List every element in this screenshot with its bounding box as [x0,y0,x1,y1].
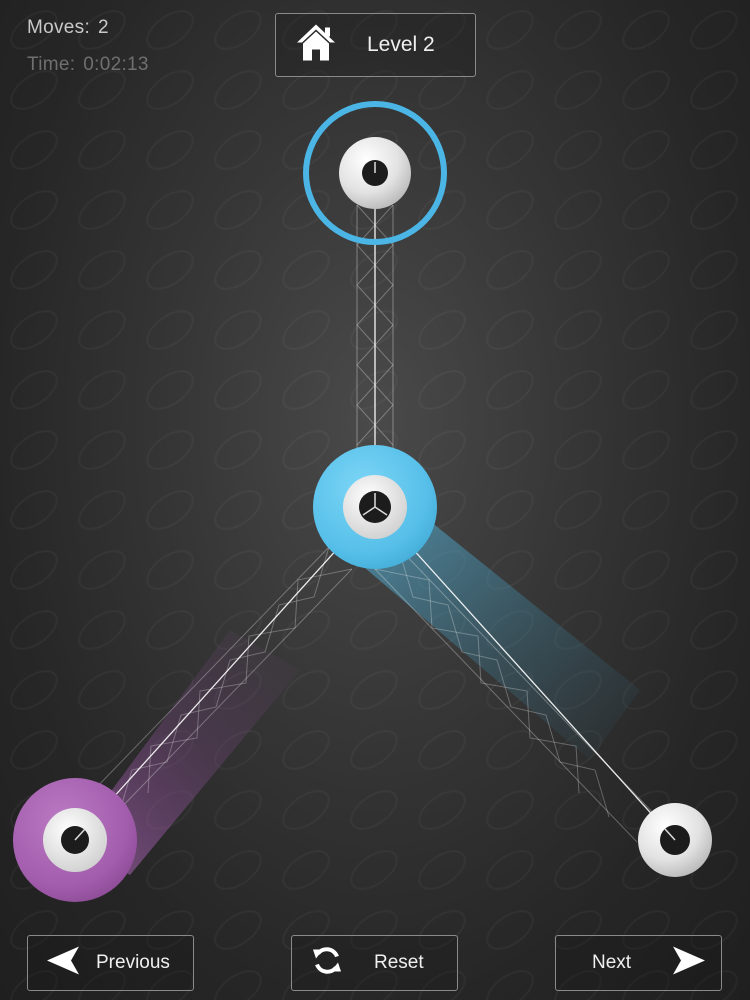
time-label: Time: [27,54,76,75]
reset-button[interactable]: Reset [291,935,458,991]
game-board-screen: Moves: 2 Time: 0:02:13 Level 2 Previous [0,0,750,1000]
node-center[interactable] [313,445,437,569]
level-title: Level 2 [367,33,435,56]
home-level-button[interactable]: Level 2 [275,13,476,77]
puzzle-board [0,0,750,1000]
home-icon [295,23,337,68]
previous-label: Previous [96,952,170,973]
time-counter: Time: 0:02:13 [27,54,149,76]
node-bottom-right[interactable] [638,803,712,877]
node-bottom-left[interactable] [13,778,137,902]
moves-counter: Moves: 2 [27,17,109,39]
arrow-right-icon [671,945,707,982]
moves-value: 2 [98,17,109,38]
next-button[interactable]: Next [555,935,722,991]
previous-button[interactable]: Previous [27,935,194,991]
refresh-icon [310,944,344,983]
reset-label: Reset [374,952,424,973]
next-label: Next [592,952,632,973]
time-value: 0:02:13 [83,54,149,75]
moves-label: Moves: [27,17,91,38]
arrow-left-icon [45,945,81,982]
